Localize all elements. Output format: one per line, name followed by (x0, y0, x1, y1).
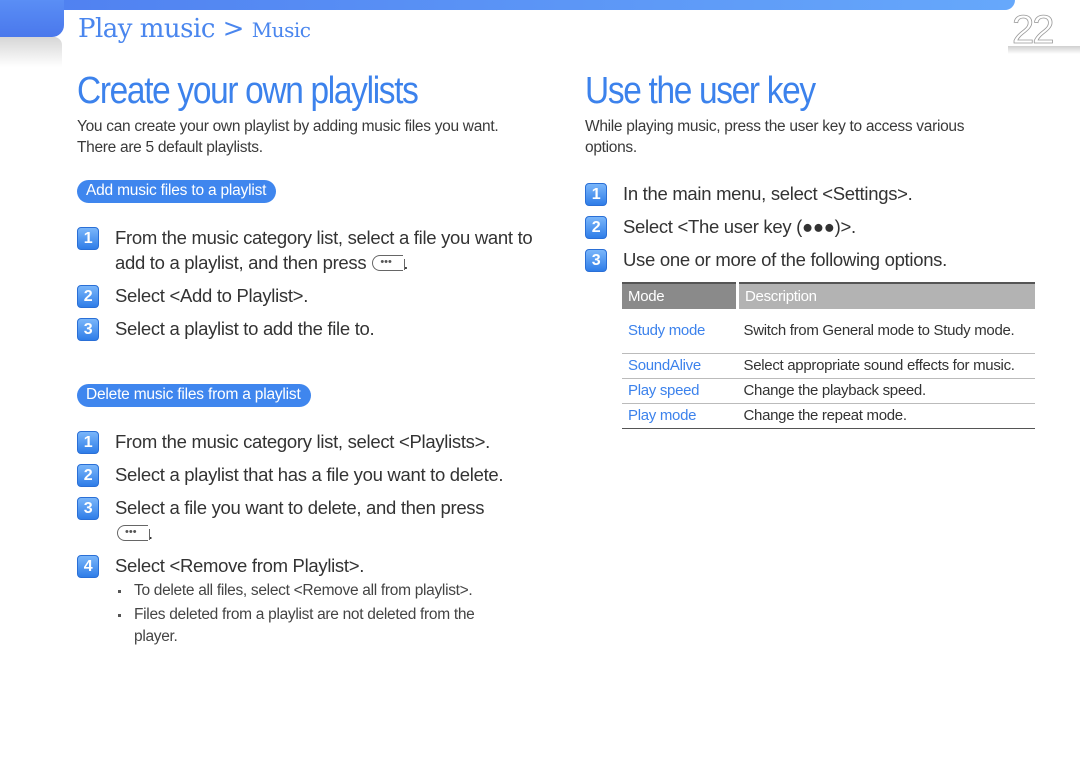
user-key-icon: ••• (372, 254, 406, 271)
description-cell: Change the repeat mode. (743, 407, 908, 424)
note-item: To delete all files, select <Remove all … (77, 580, 537, 602)
step-text: Select <The user key (●●●)>. (623, 216, 856, 237)
step-number-icon: 4 (77, 555, 99, 578)
step-text: Select a playlist to add the file to. (115, 318, 375, 339)
right-column: Use the user key While playing music, pr… (585, 66, 1040, 429)
step-item: 1 From the music category list, select a… (77, 225, 535, 275)
step-number-icon: 1 (77, 227, 99, 250)
section-title: Use the user key (585, 70, 816, 112)
step-text: In the main menu, select <Settings>. (623, 183, 913, 204)
key-glyph: ••• (380, 255, 392, 268)
step-text: Select a playlist that has a file you wa… (115, 464, 504, 485)
mode-cell: Play speed (628, 382, 700, 399)
options-table: Mode Description Study mode Switch from … (622, 282, 1035, 429)
table-row: SoundAlive Select appropriate sound effe… (622, 353, 1035, 378)
step-text: Select <Remove from Playlist>. (115, 555, 365, 576)
step-text: Select a file you want to delete, and th… (115, 497, 485, 518)
table-row: Play speed Change the playback speed. (622, 378, 1035, 403)
mode-cell: Study mode (628, 322, 706, 340)
header-tab (0, 0, 64, 37)
user-key-icon: ••• (117, 524, 150, 541)
header-bar (0, 0, 1015, 10)
column-header-mode: Mode (622, 283, 739, 309)
step-item: 1 From the music category list, select <… (77, 429, 537, 454)
step-text: Use one or more of the following options… (623, 249, 947, 270)
step-number-icon: 1 (585, 183, 607, 206)
description-cell: Select appropriate sound effects for mus… (743, 357, 1015, 374)
mode-cell: Play mode (628, 407, 697, 424)
note-item: Files deleted from a playlist are not de… (77, 604, 514, 648)
step-item: 3 Select a playlist to add the file to. (77, 316, 537, 341)
step-item: 3 Use one or more of the following optio… (585, 247, 1040, 272)
step-text: From the music category list, select <Pl… (115, 431, 490, 452)
step-number-icon: 3 (77, 497, 99, 520)
step-item: 2 Select <Add to Playlist>. (77, 283, 537, 308)
column-header-description: Description (737, 283, 1035, 309)
step-item: 4 Select <Remove from Playlist>. (77, 553, 537, 578)
step-item: 2 Select a playlist that has a file you … (77, 462, 537, 487)
key-glyph: ••• (125, 525, 137, 538)
step-item: 2 Select <The user key (●●●)>. (585, 214, 1040, 239)
table-row: Study mode Switch from General mode to S… (622, 309, 1035, 353)
description-cell: Switch from General mode to Study mode. (743, 322, 1015, 340)
breadcrumb-sub: Music (251, 18, 311, 42)
step-number-icon: 1 (77, 431, 99, 454)
left-column: Create your own playlists You can create… (77, 66, 537, 648)
mode-cell: SoundAlive (628, 357, 701, 374)
step-number-icon: 2 (77, 464, 99, 487)
subsection-label-add: Add music files to a playlist (77, 180, 277, 203)
step-text: Select <Add to Playlist>. (115, 285, 309, 306)
description-cell: Change the playback speed. (743, 382, 927, 399)
subsection-label-delete: Delete music files from a playlist (77, 384, 311, 407)
section-intro: You can create your own playlist by addi… (77, 118, 499, 156)
section-title: Create your own playlists (77, 70, 419, 112)
table-row: Play mode Change the repeat mode. (622, 403, 1035, 428)
section-intro: While playing music, press the user key … (585, 118, 965, 156)
step-item: 3 Select a file you want to delete, and … (77, 495, 515, 545)
breadcrumb: Play music > Music (78, 14, 311, 44)
step-item: 1 In the main menu, select <Settings>. (585, 181, 1040, 206)
header-shadow (0, 37, 62, 67)
step-number-icon: 2 (585, 216, 607, 239)
step-number-icon: 3 (585, 249, 607, 272)
step-number-icon: 3 (77, 318, 99, 341)
breadcrumb-main: Play music > (78, 14, 244, 44)
step-text: From the music category list, select a f… (115, 227, 533, 273)
step-number-icon: 2 (77, 285, 99, 308)
